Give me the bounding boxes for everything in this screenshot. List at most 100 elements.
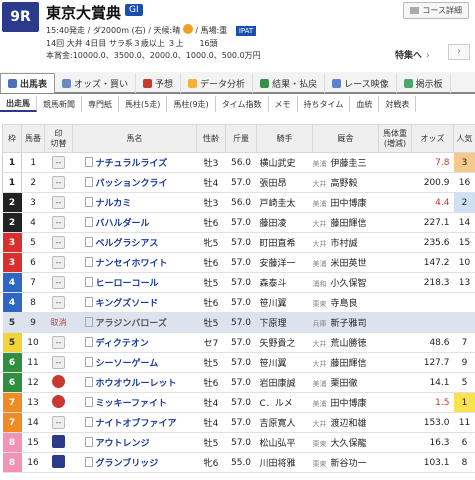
- checkbox-icon[interactable]: [84, 437, 93, 447]
- mark-cell[interactable]: --: [44, 292, 73, 313]
- mark-select[interactable]: --: [52, 216, 65, 229]
- horse-name[interactable]: バハルダール: [96, 219, 150, 229]
- horse-name[interactable]: ホウオウルーレット: [96, 379, 177, 389]
- jockey[interactable]: 岩田康誠: [256, 372, 313, 393]
- horse-name-cell[interactable]: パッションクライ: [72, 172, 197, 193]
- jockey[interactable]: C．ルメ: [256, 392, 313, 413]
- horse-name[interactable]: ヒーローコール: [96, 279, 159, 289]
- trainer-name[interactable]: 田中博康: [331, 399, 367, 409]
- trainer-name[interactable]: 渡辺和雄: [331, 419, 367, 429]
- mark-select[interactable]: --: [52, 296, 65, 309]
- trainer-name[interactable]: 藤田輝信: [331, 219, 367, 229]
- horse-name[interactable]: ディクテオン: [96, 339, 149, 349]
- jockey[interactable]: 松山弘平: [256, 432, 313, 453]
- mark-cell[interactable]: --: [44, 232, 73, 253]
- odds[interactable]: [411, 292, 454, 313]
- trainer-name[interactable]: 荒山勝徳: [331, 339, 367, 349]
- checkbox-icon[interactable]: [84, 157, 93, 167]
- jockey[interactable]: 町田直希: [256, 232, 313, 253]
- mark-select[interactable]: --: [52, 156, 65, 169]
- mark-select[interactable]: --: [52, 196, 65, 209]
- checkbox-icon[interactable]: [84, 417, 93, 427]
- subtab-4[interactable]: 馬柱(9走): [167, 96, 216, 112]
- odds[interactable]: 7.8: [411, 152, 454, 173]
- subtab-7[interactable]: 持ちタイム: [298, 96, 351, 112]
- subtab-5[interactable]: タイム指数: [216, 96, 269, 112]
- horse-name-cell[interactable]: ナルカミ: [72, 192, 197, 213]
- col-pop[interactable]: 人気: [453, 124, 475, 153]
- special-link[interactable]: 特集へ ›: [395, 48, 430, 61]
- horse-name-cell[interactable]: ナイトオブファイア: [72, 412, 197, 433]
- horse-name-cell[interactable]: ナチュラルライズ: [72, 152, 197, 173]
- tab-2[interactable]: 予想: [136, 73, 182, 93]
- tab-0[interactable]: 出馬表: [0, 73, 56, 93]
- jockey[interactable]: 川田将雅: [256, 452, 313, 473]
- checkbox-icon[interactable]: [84, 277, 93, 287]
- tab-6[interactable]: 掲示板: [397, 73, 451, 93]
- trainer-name[interactable]: 田中博康: [331, 199, 367, 209]
- horse-name[interactable]: ナチュラルライズ: [96, 159, 168, 169]
- horse-name-cell[interactable]: ベルグラシアス: [72, 232, 197, 253]
- checkbox-icon[interactable]: [84, 257, 93, 267]
- odds[interactable]: 48.6: [411, 332, 454, 353]
- mark-select[interactable]: --: [52, 256, 65, 269]
- mark-circle-icon[interactable]: [52, 394, 65, 408]
- horse-name[interactable]: ベルグラシアス: [96, 239, 159, 249]
- mark-triangle-icon[interactable]: [52, 454, 65, 468]
- jockey[interactable]: 藤田凌: [256, 212, 313, 233]
- odds[interactable]: 14.1: [411, 372, 454, 393]
- trainer-name[interactable]: 高野毅: [331, 179, 358, 189]
- jockey[interactable]: 張田昂: [256, 172, 313, 193]
- trainer-name[interactable]: 米田英世: [331, 259, 367, 269]
- jockey[interactable]: 戸崎圭太: [256, 192, 313, 213]
- horse-name[interactable]: キングズソード: [96, 299, 159, 309]
- horse-name[interactable]: グランブリッジ: [96, 459, 159, 469]
- odds[interactable]: 147.2: [411, 252, 454, 273]
- col-odds[interactable]: オッズ: [411, 124, 454, 153]
- subtab-6[interactable]: メモ: [269, 96, 298, 112]
- horse-name[interactable]: パッションクライ: [96, 179, 168, 189]
- trainer-name[interactable]: 市村誠: [331, 239, 358, 249]
- subtab-1[interactable]: 競馬新聞: [37, 96, 82, 112]
- horse-name-cell[interactable]: グランブリッジ: [72, 452, 197, 473]
- odds[interactable]: 218.3: [411, 272, 454, 293]
- horse-name-cell[interactable]: ミッキーファイト: [72, 392, 197, 413]
- mark-cell[interactable]: --: [44, 252, 73, 273]
- horse-name[interactable]: シーソーゲーム: [96, 359, 159, 369]
- mark-cell[interactable]: --: [44, 212, 73, 233]
- checkbox-icon[interactable]: [84, 237, 93, 247]
- checkbox-icon[interactable]: [84, 357, 93, 367]
- mark-cell[interactable]: --: [44, 332, 73, 353]
- mark-cell[interactable]: [44, 432, 73, 453]
- next-arrow-button[interactable]: ›: [448, 44, 470, 60]
- odds[interactable]: 235.6: [411, 232, 454, 253]
- trainer-name[interactable]: 大久保龍: [331, 439, 367, 449]
- jockey[interactable]: 矢野貴之: [256, 332, 313, 353]
- mark-select[interactable]: --: [52, 276, 65, 289]
- odds[interactable]: 200.9: [411, 172, 454, 193]
- trainer-name[interactable]: 新谷功一: [331, 459, 367, 469]
- tab-3[interactable]: データ分析: [181, 73, 254, 93]
- odds[interactable]: 103.1: [411, 452, 454, 473]
- odds[interactable]: 16.3: [411, 432, 454, 453]
- jockey[interactable]: 笹川翼: [256, 292, 313, 313]
- tab-1[interactable]: オッズ・買い: [55, 73, 137, 93]
- checkbox-icon[interactable]: [84, 337, 93, 347]
- horse-name-cell[interactable]: ナンセイホワイト: [72, 252, 197, 273]
- trainer-name[interactable]: 小久保智: [331, 279, 367, 289]
- horse-name-cell[interactable]: ディクテオン: [72, 332, 197, 353]
- jockey[interactable]: 横山武史: [256, 152, 313, 173]
- trainer-name[interactable]: 新子雅司: [331, 319, 367, 329]
- subtab-3[interactable]: 馬柱(5走): [119, 96, 168, 112]
- mark-cell[interactable]: [44, 372, 73, 393]
- checkbox-icon[interactable]: [84, 317, 93, 327]
- odds[interactable]: 1.5: [411, 392, 454, 413]
- horse-name-cell[interactable]: ホウオウルーレット: [72, 372, 197, 393]
- checkbox-icon[interactable]: [84, 217, 93, 227]
- mark-select[interactable]: --: [52, 236, 65, 249]
- tab-5[interactable]: レース映像: [325, 73, 397, 93]
- odds[interactable]: 227.1: [411, 212, 454, 233]
- ipat-badge[interactable]: IPAT: [235, 26, 257, 36]
- trainer-name[interactable]: 藤田輝信: [331, 359, 367, 369]
- odds[interactable]: 127.7: [411, 352, 454, 373]
